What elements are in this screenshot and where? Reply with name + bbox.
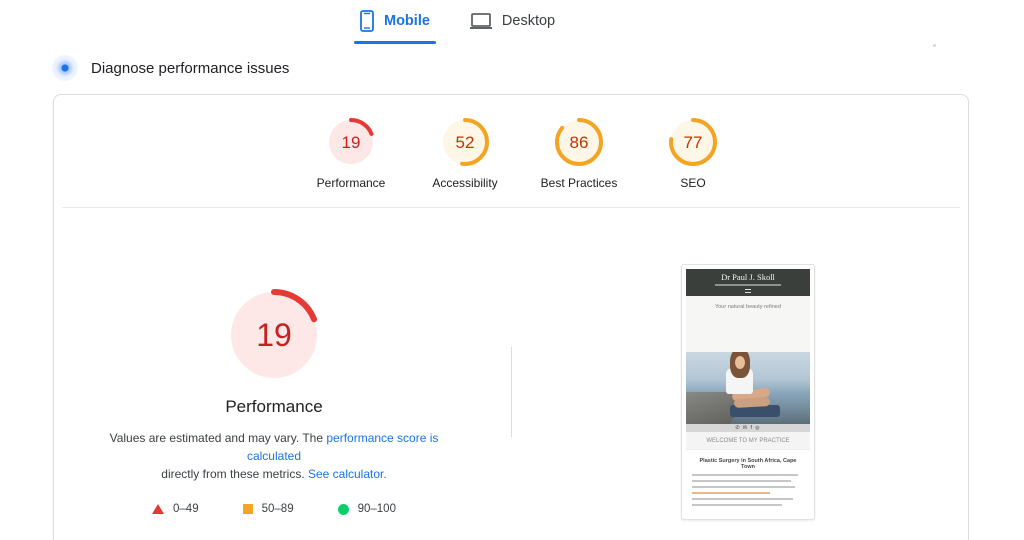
gauge-best-practices-ring: 86 — [555, 118, 603, 166]
preview-social-icons: ✆ ✉ f ◎ — [686, 424, 810, 432]
legend-range: 50–89 — [261, 503, 294, 515]
gauge-performance-value: 19 — [342, 133, 361, 152]
gauge-performance-label: Performance — [316, 176, 386, 190]
gauge-accessibility-ring: 52 — [441, 118, 489, 166]
see-calculator-link[interactable]: See calculator. — [308, 467, 387, 481]
preview-text-line — [692, 474, 799, 476]
legend-item-pass: 90–100 — [337, 503, 396, 515]
legend-range: 90–100 — [357, 503, 396, 515]
preview-text-line — [692, 480, 791, 482]
preview-site-title: Dr Paul J. Skoll — [721, 272, 775, 282]
preview-text-line — [692, 492, 771, 494]
gauge-accessibility-value: 52 — [456, 133, 475, 152]
triangle-icon — [152, 504, 165, 514]
preview-text-line — [692, 504, 782, 506]
gauge-seo[interactable]: 77 SEO — [636, 117, 750, 190]
preview-tagline: Your natural beauty refined — [686, 296, 810, 352]
device-tabs: Mobile Desktop — [354, 0, 589, 46]
preview-content: Plastic Surgery in South Africa, Cape To… — [686, 450, 810, 519]
desc-text-1: Values are estimated and may vary. The — [109, 431, 327, 445]
tab-desktop[interactable]: Desktop — [464, 0, 561, 42]
main-score-value: 19 — [256, 317, 292, 353]
preview-figure-leg — [733, 397, 771, 408]
score-gauges: 19 Performance 52 Accessibility 86 Best … — [294, 117, 750, 190]
page-screenshot-preview: Dr Paul J. Skoll Your natural beauty ref… — [681, 264, 815, 520]
diagnose-header: Diagnose performance issues — [52, 55, 289, 81]
gauge-accessibility[interactable]: 52 Accessibility — [408, 117, 522, 190]
vertical-divider — [511, 347, 512, 437]
tab-mobile-label: Mobile — [384, 13, 430, 29]
gauge-performance-ring: 19 — [327, 118, 375, 166]
tab-desktop-label: Desktop — [501, 13, 556, 29]
main-gauge-ring: 19 — [228, 289, 320, 381]
mobile-icon — [360, 10, 374, 32]
section-divider — [62, 207, 960, 208]
preview-text-line — [692, 498, 793, 500]
preview-text-line — [692, 486, 796, 488]
preview-hero-image — [686, 352, 810, 424]
preview-heading: Plastic Surgery in South Africa, Cape To… — [699, 458, 797, 470]
legend-item-fail: 0–49 — [152, 503, 199, 515]
gauge-performance[interactable]: 19 Performance — [294, 117, 408, 190]
desktop-icon — [469, 13, 492, 29]
legend-item-average: 50–89 — [242, 503, 294, 515]
score-description: Values are estimated and may vary. The p… — [84, 429, 464, 483]
legend-range: 0–49 — [173, 503, 199, 515]
gauge-seo-value: 77 — [684, 133, 703, 152]
square-icon — [242, 504, 253, 514]
preview-subtitle-bar — [715, 284, 781, 286]
gauge-seo-label: SEO — [680, 176, 706, 190]
score-legend: 0–49 50–89 90–100 — [130, 503, 418, 515]
gauge-best-practices-value: 86 — [570, 133, 589, 152]
lab-data-icon — [52, 55, 78, 81]
main-score-label: Performance — [225, 397, 323, 416]
hamburger-menu-icon — [745, 289, 751, 293]
circle-icon — [337, 503, 349, 515]
performance-summary: 19 Performance Values are estimated and … — [84, 287, 464, 515]
gauge-best-practices[interactable]: 86 Best Practices — [522, 117, 636, 190]
preview-welcome: WELCOME TO MY PRACTICE — [686, 432, 810, 450]
gauge-accessibility-label: Accessibility — [432, 176, 498, 190]
report-card: 19 Performance 52 Accessibility 86 Best … — [53, 94, 969, 540]
tab-mobile[interactable]: Mobile — [354, 0, 436, 44]
preview-figure-face — [735, 356, 745, 369]
gauge-seo-ring: 77 — [669, 118, 717, 166]
preview-site-header: Dr Paul J. Skoll — [686, 269, 810, 296]
section-title: Diagnose performance issues — [91, 59, 290, 77]
decorative-dot — [933, 44, 936, 47]
gauge-best-practices-label: Best Practices — [540, 176, 618, 190]
desc-text-2: directly from these metrics. — [161, 467, 308, 481]
